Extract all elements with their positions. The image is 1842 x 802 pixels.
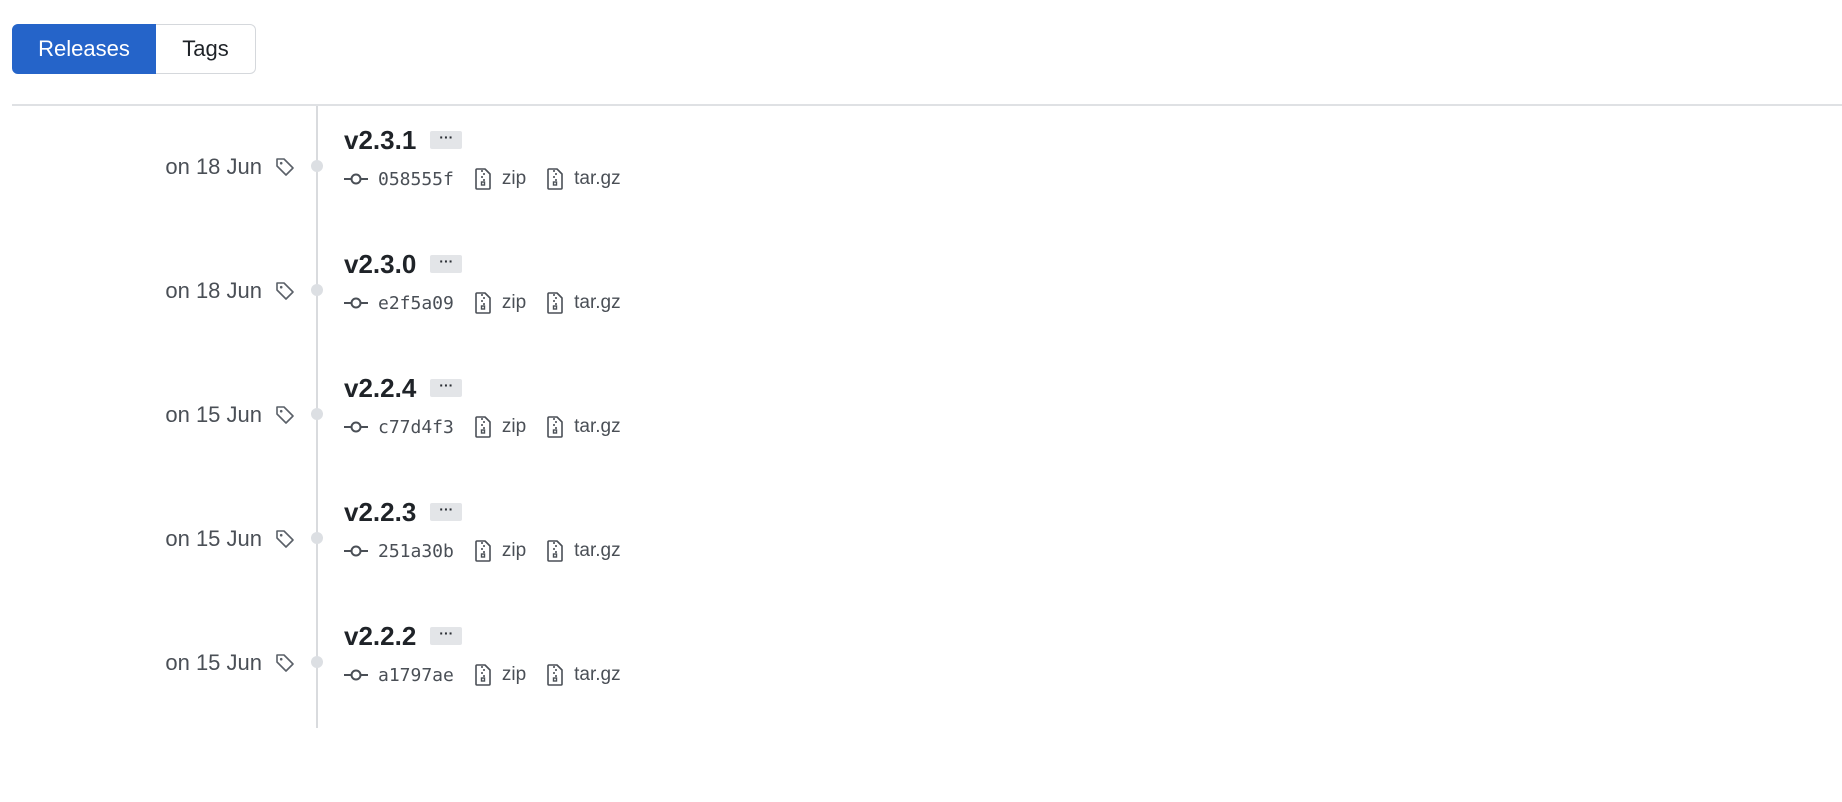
commit-link[interactable]: c77d4f3 xyxy=(344,417,454,438)
zip-label: zip xyxy=(501,416,527,437)
file-zip-icon xyxy=(475,292,491,314)
download-zip[interactable]: zip xyxy=(474,291,526,315)
commit-link[interactable]: 058555f xyxy=(344,169,454,190)
zip-label: zip xyxy=(501,168,527,189)
release-meta: c77d4f3 zip tar.gz xyxy=(344,412,641,442)
commit-sha: a1797ae xyxy=(378,664,454,686)
targz-label: tar.gz xyxy=(574,540,621,561)
tag-icon xyxy=(276,406,294,424)
release-title-row: v2.3.1 ··· xyxy=(344,122,463,158)
release-meta: a1797ae zip tar.gz xyxy=(344,660,641,690)
timeline-dot xyxy=(311,408,323,420)
expand-details-button[interactable]: ··· xyxy=(430,378,463,397)
tab-tags[interactable]: Tags xyxy=(156,24,256,74)
release-meta: e2f5a09 zip tar.gz xyxy=(344,288,641,318)
zip-label: zip xyxy=(501,664,527,685)
file-zip-icon xyxy=(475,416,491,438)
download-targz[interactable]: tar.gz xyxy=(546,291,621,315)
release-date: on 15 Jun xyxy=(165,650,262,675)
release-title-row: v2.2.4 ··· xyxy=(344,370,463,406)
release-item: on 18 Jun v2.3.0 ··· e2f5a09 zip tar.gz xyxy=(0,230,1842,354)
tag-icon xyxy=(276,158,294,176)
commit-icon xyxy=(344,421,368,433)
release-title-row: v2.3.0 ··· xyxy=(344,246,463,282)
commit-link[interactable]: a1797ae xyxy=(344,665,454,686)
release-meta: 251a30b zip tar.gz xyxy=(344,536,641,566)
download-zip[interactable]: zip xyxy=(474,167,526,191)
expand-details-button[interactable]: ··· xyxy=(430,254,463,273)
release-title-row: v2.2.2 ··· xyxy=(344,618,463,654)
file-zip-icon xyxy=(547,540,563,562)
targz-label: tar.gz xyxy=(574,168,621,189)
download-zip[interactable]: zip xyxy=(474,663,526,687)
release-version[interactable]: v2.3.1 xyxy=(344,125,416,156)
release-date: on 15 Jun xyxy=(165,402,262,427)
file-zip-icon xyxy=(547,416,563,438)
zip-label: zip xyxy=(501,540,527,561)
commit-sha: e2f5a09 xyxy=(378,292,454,314)
targz-label: tar.gz xyxy=(574,416,621,437)
file-zip-icon xyxy=(475,540,491,562)
expand-details-button[interactable]: ··· xyxy=(430,130,463,149)
download-targz[interactable]: tar.gz xyxy=(546,415,621,439)
commit-link[interactable]: 251a30b xyxy=(344,541,454,562)
download-zip[interactable]: zip xyxy=(474,415,526,439)
download-targz[interactable]: tar.gz xyxy=(546,663,621,687)
release-version[interactable]: v2.3.0 xyxy=(344,249,416,280)
releases-page: Releases Tags on 18 Jun v2.3.1 ··· 05855… xyxy=(0,0,1842,802)
targz-label: tar.gz xyxy=(574,292,621,313)
file-zip-icon xyxy=(547,292,563,314)
releases-tags-switcher: Releases Tags xyxy=(12,24,256,74)
download-targz[interactable]: tar.gz xyxy=(546,167,621,191)
timeline-dot xyxy=(311,160,323,172)
tag-icon xyxy=(276,282,294,300)
download-targz[interactable]: tar.gz xyxy=(546,539,621,563)
timeline-dot xyxy=(311,532,323,544)
release-item: on 18 Jun v2.3.1 ··· 058555f zip tar.gz xyxy=(0,106,1842,230)
tag-icon xyxy=(276,654,294,672)
release-date: on 18 Jun xyxy=(165,154,262,179)
commit-link[interactable]: e2f5a09 xyxy=(344,293,454,314)
release-date: on 18 Jun xyxy=(165,278,262,303)
timeline-dot xyxy=(311,656,323,668)
file-zip-icon xyxy=(547,664,563,686)
expand-details-button[interactable]: ··· xyxy=(430,502,463,521)
commit-sha: 251a30b xyxy=(378,540,454,562)
file-zip-icon xyxy=(547,168,563,190)
timeline-dot xyxy=(311,284,323,296)
download-zip[interactable]: zip xyxy=(474,539,526,563)
expand-details-button[interactable]: ··· xyxy=(430,626,463,645)
tab-releases[interactable]: Releases xyxy=(12,24,156,74)
release-item: on 15 Jun v2.2.3 ··· 251a30b zip tar.gz xyxy=(0,478,1842,602)
release-title-row: v2.2.3 ··· xyxy=(344,494,463,530)
release-item: on 15 Jun v2.2.4 ··· c77d4f3 zip tar.gz xyxy=(0,354,1842,478)
commit-icon xyxy=(344,173,368,185)
release-meta: 058555f zip tar.gz xyxy=(344,164,641,194)
release-item: on 15 Jun v2.2.2 ··· a1797ae zip tar.gz xyxy=(0,602,1842,726)
tag-icon xyxy=(276,530,294,548)
release-version[interactable]: v2.2.4 xyxy=(344,373,416,404)
commit-sha: 058555f xyxy=(378,168,454,190)
file-zip-icon xyxy=(475,664,491,686)
targz-label: tar.gz xyxy=(574,664,621,685)
commit-icon xyxy=(344,545,368,557)
release-version[interactable]: v2.2.3 xyxy=(344,497,416,528)
commit-sha: c77d4f3 xyxy=(378,416,454,438)
release-version[interactable]: v2.2.2 xyxy=(344,621,416,652)
zip-label: zip xyxy=(501,292,527,313)
release-date: on 15 Jun xyxy=(165,526,262,551)
commit-icon xyxy=(344,297,368,309)
commit-icon xyxy=(344,669,368,681)
file-zip-icon xyxy=(475,168,491,190)
